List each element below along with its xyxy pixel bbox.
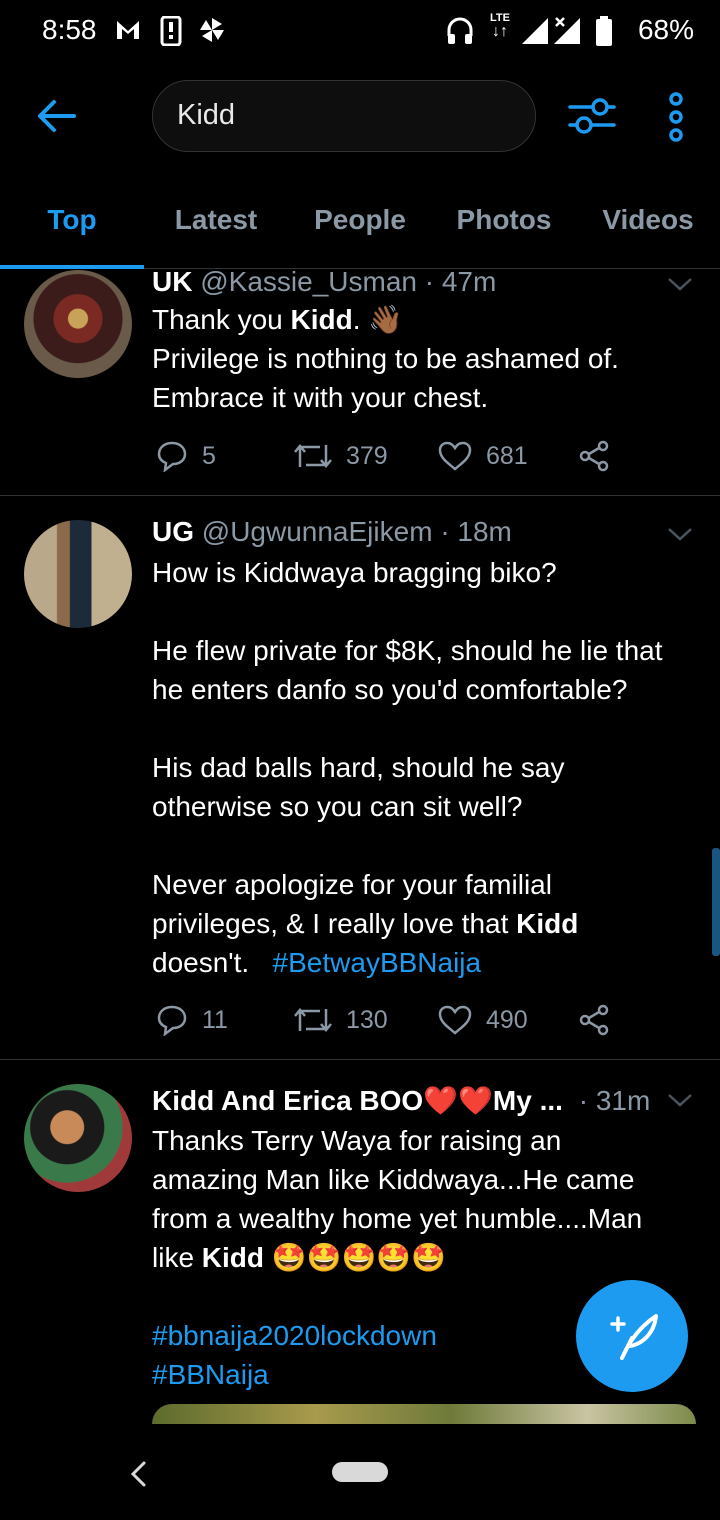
reply-button[interactable]: 11 <box>156 1000 228 1040</box>
feather-plus-icon <box>610 1314 658 1360</box>
search-header: Kidd <box>0 64 720 168</box>
search-query: Kidd <box>177 99 236 131</box>
nav-home-pill[interactable] <box>332 1462 388 1482</box>
author-name[interactable]: UG <box>152 516 194 547</box>
chevron-down-icon[interactable] <box>666 274 694 294</box>
like-button[interactable]: 681 <box>438 436 528 476</box>
signal-no-service-icon <box>554 17 580 44</box>
share-icon <box>579 1004 609 1036</box>
reply-button[interactable]: 5 <box>156 436 216 476</box>
author-name[interactable]: Kidd And Erica BOO❤️❤️My ... <box>152 1085 563 1116</box>
tweet[interactable]: UG @UgwunnaEjikem · 18m How is Kiddwaya … <box>0 496 720 1060</box>
status-bar: 8:58 LTE ↓↑ 68% <box>0 0 720 64</box>
avatar[interactable] <box>24 1084 132 1192</box>
search-tabs: Top Latest People Photos Videos <box>0 168 720 269</box>
share-button[interactable] <box>578 1000 610 1040</box>
scrollbar-thumb[interactable] <box>712 848 720 956</box>
tweet-header: UK @Kassie_Usman · 47m <box>152 266 496 298</box>
author-handle[interactable]: @Kassie_Usman <box>200 266 417 297</box>
hashtag-link[interactable]: #BetwayBBNaija <box>273 947 482 978</box>
lte-icon: LTE ↓↑ <box>490 12 510 40</box>
tab-photos[interactable]: Photos <box>432 168 576 268</box>
retweet-count: 130 <box>346 1005 388 1034</box>
tweet-actions: 5 379 681 <box>152 436 652 476</box>
status-time: 8:58 <box>42 14 97 45</box>
headphones-icon <box>447 17 473 44</box>
reply-count: 11 <box>202 1005 228 1034</box>
author-name[interactable]: UK <box>152 266 192 297</box>
retweet-icon <box>294 1008 332 1032</box>
like-button[interactable]: 490 <box>438 1000 528 1040</box>
avatar[interactable] <box>24 520 132 628</box>
gmail-notification-icon <box>117 21 139 39</box>
battery-icon <box>596 16 612 46</box>
compose-tweet-button[interactable] <box>576 1280 688 1392</box>
retweet-button[interactable]: 379 <box>294 436 388 476</box>
share-icon <box>579 440 609 472</box>
speech-bubble-icon <box>157 1005 187 1036</box>
chevron-down-icon[interactable] <box>666 524 694 544</box>
pinwheel-notification-icon <box>200 18 224 42</box>
avatar[interactable] <box>24 270 132 378</box>
nav-back-icon[interactable] <box>128 1460 148 1488</box>
heart-icon <box>438 1005 472 1035</box>
signal-icon <box>522 18 548 44</box>
sliders-icon[interactable] <box>568 94 616 138</box>
phone-notification-icon <box>160 16 182 46</box>
tweet-time: · 18m <box>440 516 512 547</box>
tweet-time: · 31m <box>578 1085 651 1116</box>
tweet-actions: 11 130 490 <box>152 1000 652 1040</box>
chevron-down-icon[interactable] <box>666 1090 694 1110</box>
arrow-left-icon[interactable] <box>34 94 78 138</box>
like-count: 490 <box>486 1005 528 1034</box>
retweet-count: 379 <box>346 441 388 470</box>
tab-people[interactable]: People <box>288 168 432 268</box>
tweet-text: Thank you Kidd. 👋🏾 Privilege is nothing … <box>152 304 619 413</box>
tweet-time: · 47m <box>424 266 497 297</box>
battery-percentage: 68% <box>637 14 694 45</box>
retweet-icon <box>294 444 332 468</box>
tab-latest[interactable]: Latest <box>144 168 288 268</box>
tweet-header: UG @UgwunnaEjikem · 18m <box>152 516 512 548</box>
tweet-header: Kidd And Erica BOO❤️❤️My ... · 31m <box>152 1084 672 1117</box>
tweet-text: How is Kiddwaya bragging biko? He flew p… <box>152 557 663 978</box>
reply-count: 5 <box>202 441 216 470</box>
share-button[interactable] <box>578 436 610 476</box>
retweet-button[interactable]: 130 <box>294 1000 388 1040</box>
tab-top[interactable]: Top <box>0 168 144 268</box>
star-struck-emoji: 🤩🤩🤩🤩🤩 <box>271 1242 447 1273</box>
search-input[interactable]: Kidd <box>152 80 536 152</box>
tweet[interactable]: UK @Kassie_Usman · 47m Thank you Kidd. 👋… <box>0 266 720 496</box>
heart-icon <box>438 441 472 471</box>
system-nav-bar <box>0 1424 720 1520</box>
like-count: 681 <box>486 441 528 470</box>
waving-hand-emoji: 👋🏾 <box>368 304 404 335</box>
vertical-dots-icon[interactable] <box>664 92 688 142</box>
author-handle[interactable]: @UgwunnaEjikem <box>202 516 433 547</box>
tab-videos[interactable]: Videos <box>576 168 720 268</box>
speech-bubble-icon <box>157 441 187 472</box>
